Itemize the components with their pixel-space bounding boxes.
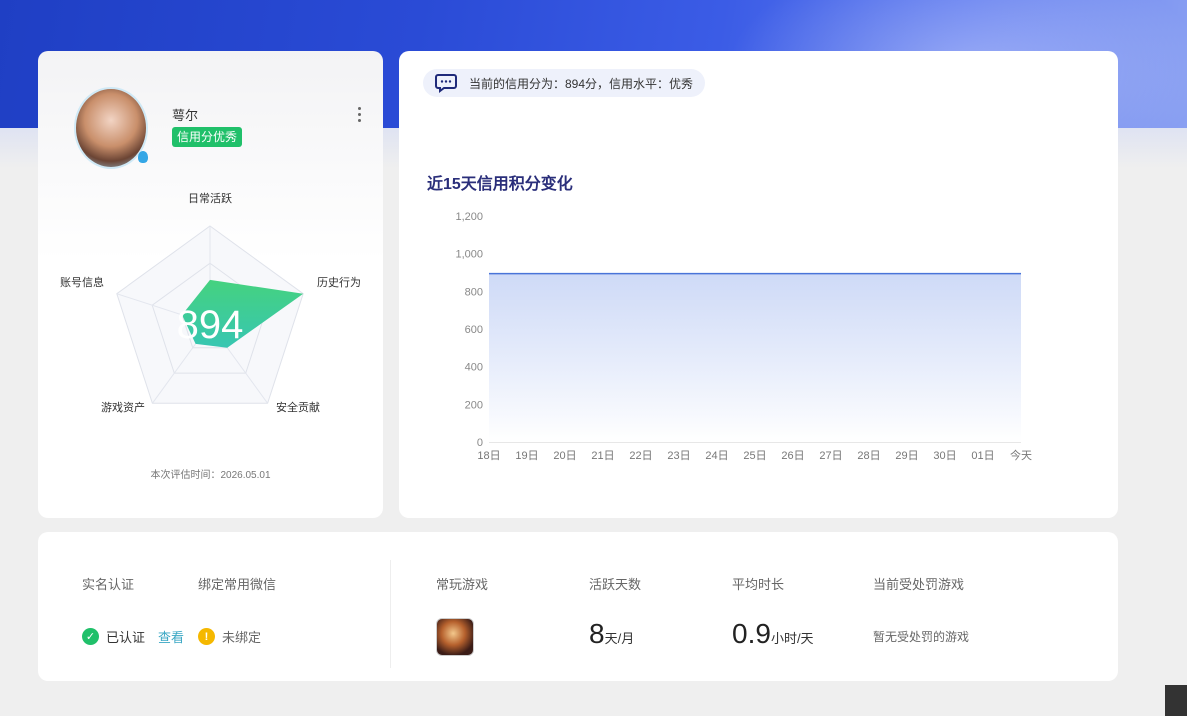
chart-title: 近15天信用积分变化 xyxy=(427,176,573,193)
y-tick-label: 200 xyxy=(465,399,483,411)
more-options-icon[interactable] xyxy=(356,107,362,125)
real-name-label: 实名认证 xyxy=(82,577,135,592)
stats-card: 实名认证 绑定常用微信 ✓ 已认证 查看 ! 未绑定 常玩游戏 活跃天数 平均时… xyxy=(38,532,1118,681)
username: 萼尔 xyxy=(172,108,199,123)
x-tick-label: 20日 xyxy=(553,450,576,462)
chart-card: 当前的信用分为：894分，信用水平：优秀 近15天信用积分变化 0 200 400 6… xyxy=(399,51,1118,518)
avg-time-value: 0.9小时/天 xyxy=(732,618,814,650)
x-tick-label: 21日 xyxy=(591,450,614,462)
y-tick-label: 1,000 xyxy=(455,249,483,261)
x-tick-label: 19日 xyxy=(515,450,538,462)
radar-chart: 894 xyxy=(116,225,304,404)
x-tick-label: 26日 xyxy=(781,450,804,462)
penalty-value: 暂无受处罚的游戏 xyxy=(873,630,970,644)
avg-time-number: 0.9 xyxy=(732,618,771,649)
active-days-label: 活跃天数 xyxy=(589,577,642,592)
wechat-label: 绑定常用微信 xyxy=(198,577,277,592)
check-icon: ✓ xyxy=(82,628,99,645)
x-tick-label: 24日 xyxy=(705,450,728,462)
x-tick-label: 22日 xyxy=(629,450,652,462)
game-icon[interactable] xyxy=(436,618,474,656)
trend-chart: 0 200 400 600 800 1,000 1,200 18日 19日 20日 21日 22日 23… xyxy=(455,211,1032,462)
divider xyxy=(390,560,391,668)
radar-label-daily: 日常活跃 xyxy=(188,193,232,205)
radar-label-history: 历史行为 xyxy=(317,277,361,289)
message-icon xyxy=(435,74,457,93)
radar-label-account: 账号信息 xyxy=(60,277,104,289)
avatar[interactable] xyxy=(74,87,148,169)
warning-icon: ! xyxy=(198,628,215,645)
active-days-number: 8 xyxy=(589,618,605,649)
y-tick-label: 1,200 xyxy=(455,211,483,223)
active-days-value: 8天/月 xyxy=(589,618,634,650)
view-link[interactable]: 查看 xyxy=(158,627,184,646)
y-tick-label: 400 xyxy=(465,362,483,374)
penalty-label: 当前受处罚游戏 xyxy=(873,577,965,592)
x-tick-label: 今天 xyxy=(1010,448,1032,462)
active-days-unit: 天/月 xyxy=(604,631,635,646)
x-tick-label: 25日 xyxy=(743,450,766,462)
credit-summary-text: 当前的信用分为：894分，信用水平：优秀 xyxy=(469,76,694,91)
corner-widget[interactable] xyxy=(1165,685,1187,716)
profile-card: 萼尔 信用分优秀 894 日常活跃 历史行为 安全贡献 游戏资产 账号信息 本次… xyxy=(38,51,383,518)
x-tick-label: 23日 xyxy=(667,450,690,462)
series-area xyxy=(489,273,1021,442)
radar-label-assets: 游戏资产 xyxy=(101,402,145,414)
wechat-status-text: 未绑定 xyxy=(222,630,262,645)
eval-time: 本次评估时间：2026.05.01 xyxy=(150,470,271,481)
frequent-game-label: 常玩游戏 xyxy=(436,577,489,592)
x-tick-label: 18日 xyxy=(477,450,500,462)
x-tick-label: 29日 xyxy=(895,450,918,462)
credit-summary-pill: 当前的信用分为：894分，信用水平：优秀 xyxy=(423,69,706,97)
credit-badge: 信用分优秀 xyxy=(172,127,243,147)
x-tick-label: 27日 xyxy=(819,450,842,462)
y-tick-label: 0 xyxy=(477,437,483,449)
real-name-status-text: 已认证 xyxy=(106,630,146,645)
radar-label-security: 安全贡献 xyxy=(276,402,320,414)
wechat-status: ! 未绑定 xyxy=(198,627,261,646)
real-name-status: ✓ 已认证 xyxy=(82,627,145,646)
y-tick-label: 600 xyxy=(465,324,483,336)
avg-time-unit: 小时/天 xyxy=(770,631,814,646)
x-tick-label: 28日 xyxy=(857,450,880,462)
x-tick-label: 30日 xyxy=(933,450,956,462)
credit-score: 894 xyxy=(177,303,244,347)
y-tick-label: 800 xyxy=(465,286,483,298)
gender-icon xyxy=(138,151,148,163)
x-tick-label: 01日 xyxy=(971,450,994,462)
avg-time-label: 平均时长 xyxy=(732,577,785,592)
